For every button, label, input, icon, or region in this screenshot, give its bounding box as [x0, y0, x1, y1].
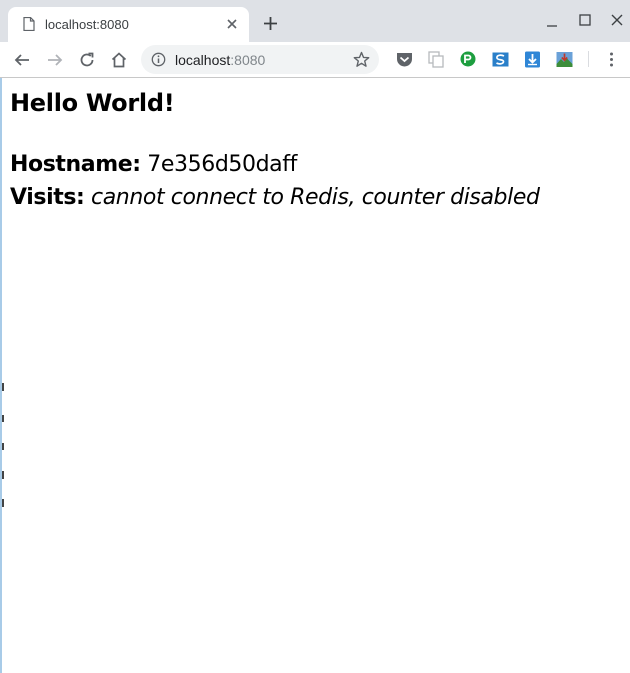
visits-label: Visits:	[10, 185, 85, 210]
url-host: localhost	[175, 52, 231, 68]
back-arrow-icon[interactable]	[13, 51, 31, 69]
hostname-value: 7e356d50daff	[147, 152, 297, 177]
download-extension-icon[interactable]	[523, 50, 542, 69]
grammar-extension-icon[interactable]	[459, 50, 478, 69]
tab-title: localhost:8080	[45, 17, 129, 32]
visits-value: cannot connect to Redis, counter disable…	[91, 185, 540, 210]
star-icon[interactable]	[353, 51, 370, 68]
reload-icon[interactable]	[78, 51, 96, 69]
close-icon[interactable]	[225, 17, 239, 31]
forward-arrow-icon[interactable]	[46, 51, 64, 69]
tab-strip: localhost:8080	[0, 0, 630, 42]
address-bar[interactable]: localhost:8080	[141, 45, 379, 74]
plus-icon[interactable]	[263, 16, 278, 31]
toolbar: localhost:8080 1	[0, 42, 630, 113]
page-heading: Hello World!	[10, 89, 175, 117]
edge-marks	[2, 383, 4, 507]
copy-extension-icon[interactable]	[427, 50, 446, 69]
s-extension-icon[interactable]	[491, 50, 510, 69]
url-text[interactable]: localhost:8080	[175, 52, 265, 68]
hostname-label: Hostname:	[10, 152, 141, 177]
document-icon	[23, 17, 35, 31]
tab-active[interactable]: localhost:8080	[8, 7, 249, 42]
image-download-extension-icon[interactable]	[555, 50, 574, 69]
home-icon[interactable]	[110, 51, 128, 69]
window-close-icon[interactable]	[611, 14, 623, 26]
toolbar-separator	[588, 51, 589, 67]
visits-line: Visits: cannot connect to Redis, counter…	[10, 185, 540, 210]
info-icon[interactable]	[151, 52, 166, 67]
pocket-extension-icon[interactable]	[395, 50, 414, 69]
hostname-line: Hostname: 7e356d50daff	[10, 152, 297, 177]
page-content: Hello World! Hostname: 7e356d50daff Visi…	[0, 78, 630, 673]
kebab-menu-icon[interactable]	[602, 50, 621, 69]
maximize-icon[interactable]	[579, 14, 591, 26]
url-port: :8080	[230, 52, 266, 68]
minimize-icon[interactable]	[546, 16, 558, 28]
